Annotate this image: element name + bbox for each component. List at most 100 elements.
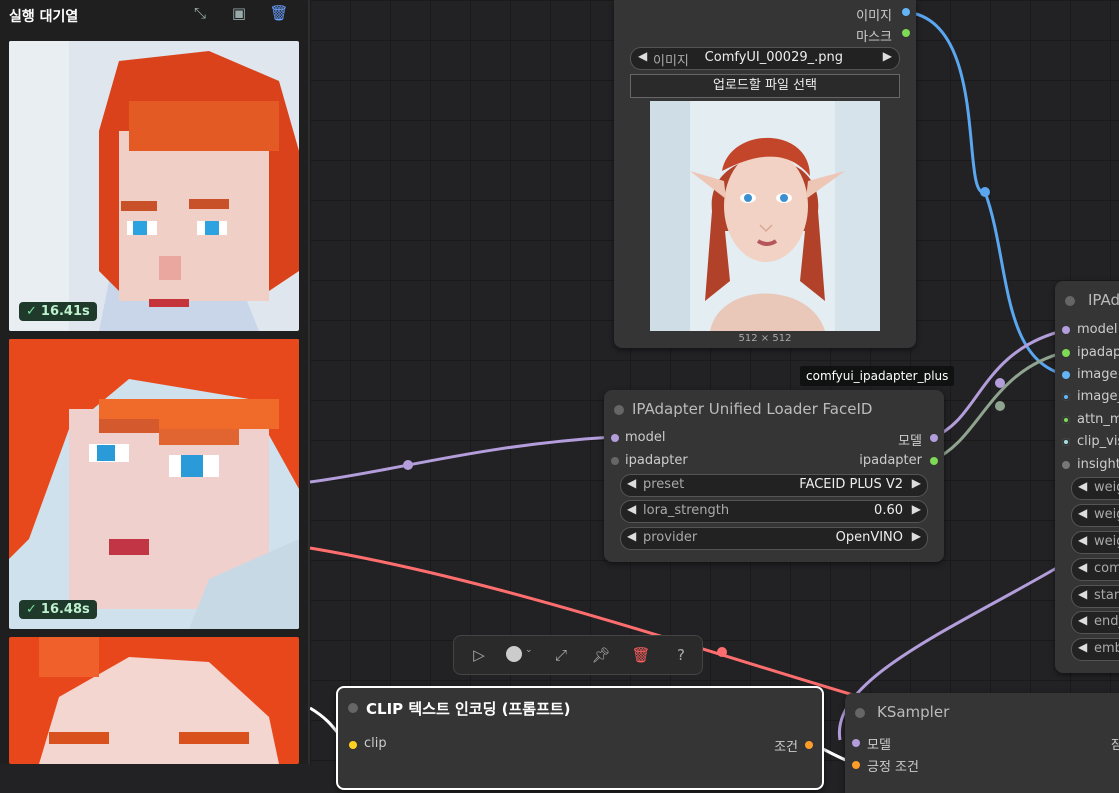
provider-widget[interactable]: ◀ provider OpenVINO ▶ bbox=[620, 527, 928, 550]
start-at-label: start bbox=[1094, 588, 1119, 603]
clip-vision-input[interactable]: clip_vis bbox=[1077, 434, 1119, 452]
arrow-left-icon[interactable]: ◀ bbox=[1078, 640, 1087, 654]
positive-input[interactable]: 긍정 조건 bbox=[867, 756, 919, 775]
preset-label: preset bbox=[643, 477, 685, 492]
positive-input-dot[interactable] bbox=[852, 761, 860, 769]
help-icon[interactable]: ? bbox=[670, 644, 692, 666]
weight-widget[interactable]: ◀ weig bbox=[1071, 477, 1119, 500]
weight-faceidv2-label: weig bbox=[1094, 534, 1119, 549]
arrow-left-icon[interactable]: ◀ bbox=[627, 502, 636, 516]
mask-output[interactable]: 마스크 bbox=[856, 26, 892, 45]
image-size-label: 512 × 512 bbox=[738, 333, 792, 344]
ipadapter-input[interactable]: ipadapt bbox=[1077, 345, 1119, 363]
image-output-dot[interactable] bbox=[902, 8, 910, 16]
model-input[interactable]: model bbox=[625, 430, 665, 448]
node-title: IPAdapter Unified Loader FaceID bbox=[632, 400, 873, 418]
start-at-widget[interactable]: ◀ start bbox=[1071, 585, 1119, 608]
lora-strength-widget[interactable]: ◀ lora_strength 0.60 ▶ bbox=[620, 500, 928, 523]
image-negative-input-dot[interactable] bbox=[1062, 393, 1070, 401]
embeds-scaling-widget[interactable]: ◀ emb bbox=[1071, 638, 1119, 661]
arrow-left-icon[interactable]: ◀ bbox=[1078, 613, 1087, 627]
arrow-right-icon[interactable]: ▶ bbox=[912, 476, 921, 490]
arrow-left-icon[interactable]: ◀ bbox=[1078, 533, 1087, 547]
weight-type-widget[interactable]: ◀ weig bbox=[1071, 504, 1119, 527]
insightface-input-dot[interactable] bbox=[1062, 461, 1070, 469]
lora-strength-value: 0.60 bbox=[874, 503, 903, 518]
combine-embeds-widget[interactable]: ◀ com bbox=[1071, 558, 1119, 581]
ipadapter-output[interactable]: ipadapter bbox=[859, 453, 922, 471]
arrow-right-icon[interactable]: ▶ bbox=[912, 529, 921, 543]
queue-item[interactable]: ✓ 16.48s bbox=[9, 339, 299, 629]
collapse-icon[interactable]: ⤡ bbox=[189, 2, 211, 24]
clip-input[interactable]: clip bbox=[364, 736, 387, 754]
model-input-dot[interactable] bbox=[1062, 326, 1070, 334]
chevron-down-icon[interactable]: ⌄ bbox=[525, 645, 533, 655]
attn-mask-input-dot[interactable] bbox=[1062, 416, 1070, 424]
mask-output-dot[interactable] bbox=[902, 29, 910, 37]
clip-vision-input-dot[interactable] bbox=[1062, 438, 1070, 446]
arrow-left-icon[interactable]: ◀ bbox=[627, 476, 636, 490]
model-input-dot[interactable] bbox=[852, 739, 860, 747]
ksampler-node[interactable]: KSampler 모델 긍정 조건 잠 bbox=[845, 693, 1119, 793]
provider-value: OpenVINO bbox=[835, 530, 903, 545]
arrow-left-icon[interactable]: ◀ bbox=[1078, 479, 1087, 493]
attn-mask-input[interactable]: attn_ma bbox=[1077, 412, 1119, 430]
conditioning-output-dot[interactable] bbox=[805, 741, 813, 749]
model-output[interactable]: 모델 bbox=[898, 430, 922, 449]
positive-input-label: 긍정 조건 bbox=[867, 760, 919, 775]
image-file-widget[interactable]: ◀ 이미지 ComfyUI_00029_.png ▶ bbox=[630, 47, 900, 70]
generated-image-thumbnail bbox=[9, 339, 299, 629]
arrow-right-icon[interactable]: ▶ bbox=[912, 502, 921, 516]
queue-item[interactable] bbox=[9, 637, 299, 764]
end-at-widget[interactable]: ◀ end_ bbox=[1071, 611, 1119, 634]
insightface-input[interactable]: insightf bbox=[1077, 457, 1119, 475]
bypass-icon[interactable]: ⤢ bbox=[550, 644, 572, 666]
image-input-label: image bbox=[1077, 367, 1118, 382]
conditioning-output[interactable]: 조건 bbox=[774, 736, 798, 755]
delete-icon[interactable]: 🗑︎ bbox=[630, 644, 652, 666]
check-icon: ✓ bbox=[26, 304, 37, 319]
ipadapter-output-dot[interactable] bbox=[930, 457, 938, 465]
image-gallery-icon[interactable]: ▣ bbox=[228, 2, 250, 24]
image-negative-input[interactable]: image_ bbox=[1077, 389, 1119, 407]
arrow-left-icon[interactable]: ◀ bbox=[1078, 560, 1087, 574]
image-input-dot[interactable] bbox=[1062, 371, 1070, 379]
color-picker-button[interactable] bbox=[506, 646, 522, 662]
clip-text-encode-node[interactable]: CLIP 텍스트 인코딩 (프롬프트) clip 조건 bbox=[336, 686, 824, 790]
model-output-dot[interactable] bbox=[930, 434, 938, 442]
load-image-node[interactable]: 이미지 마스크 ◀ 이미지 ComfyUI_00029_.png ▶ 업로드할 … bbox=[614, 0, 916, 348]
execute-selected-icon[interactable]: ▷ bbox=[468, 644, 490, 666]
arrow-left-icon[interactable]: ◀ bbox=[627, 529, 636, 543]
arrow-right-icon[interactable]: ▶ bbox=[883, 49, 892, 63]
pin-icon[interactable]: 📌︎ bbox=[590, 644, 612, 666]
arrow-left-icon[interactable]: ◀ bbox=[638, 49, 647, 63]
node-status-dot bbox=[855, 708, 865, 718]
node-status-dot bbox=[1065, 296, 1075, 306]
trash-icon[interactable]: 🗑︎ bbox=[268, 2, 290, 24]
ipadapter-input[interactable]: ipadapter bbox=[625, 453, 688, 471]
queue-item[interactable]: ✓ 16.41s bbox=[9, 41, 299, 331]
clip-vision-input-label: clip_vis bbox=[1077, 434, 1119, 449]
end-at-label: end_ bbox=[1094, 614, 1119, 629]
ipadapter-apply-node[interactable]: IPAd model ipadapt image image_ attn_ma … bbox=[1055, 281, 1119, 673]
image-output[interactable]: 이미지 bbox=[856, 5, 892, 24]
ipadapter-faceid-loader-node[interactable]: IPAdapter Unified Loader FaceID model ip… bbox=[604, 390, 944, 562]
check-icon: ✓ bbox=[26, 602, 37, 617]
image-input[interactable]: image bbox=[1077, 367, 1118, 385]
arrow-left-icon[interactable]: ◀ bbox=[1078, 587, 1087, 601]
clip-input-dot[interactable] bbox=[349, 741, 357, 749]
queue-title: 실행 대기열 bbox=[9, 9, 79, 25]
model-input[interactable]: model bbox=[1077, 322, 1117, 340]
ipadapter-input-dot[interactable] bbox=[1062, 349, 1070, 357]
node-title: KSampler bbox=[877, 703, 950, 721]
arrow-left-icon[interactable]: ◀ bbox=[1078, 506, 1087, 520]
preset-widget[interactable]: ◀ preset FACEID PLUS V2 ▶ bbox=[620, 474, 928, 497]
upload-file-button[interactable]: 업로드할 파일 선택 bbox=[630, 74, 900, 98]
ipadapter-input-dot[interactable] bbox=[611, 457, 619, 465]
latent-output[interactable]: 잠 bbox=[1111, 734, 1119, 753]
execution-time: 16.41s bbox=[40, 304, 90, 319]
model-input[interactable]: 모델 bbox=[867, 734, 891, 753]
model-output-label: 모델 bbox=[898, 434, 922, 449]
weight-faceidv2-widget[interactable]: ◀ weig bbox=[1071, 531, 1119, 554]
model-input-dot[interactable] bbox=[611, 434, 619, 442]
